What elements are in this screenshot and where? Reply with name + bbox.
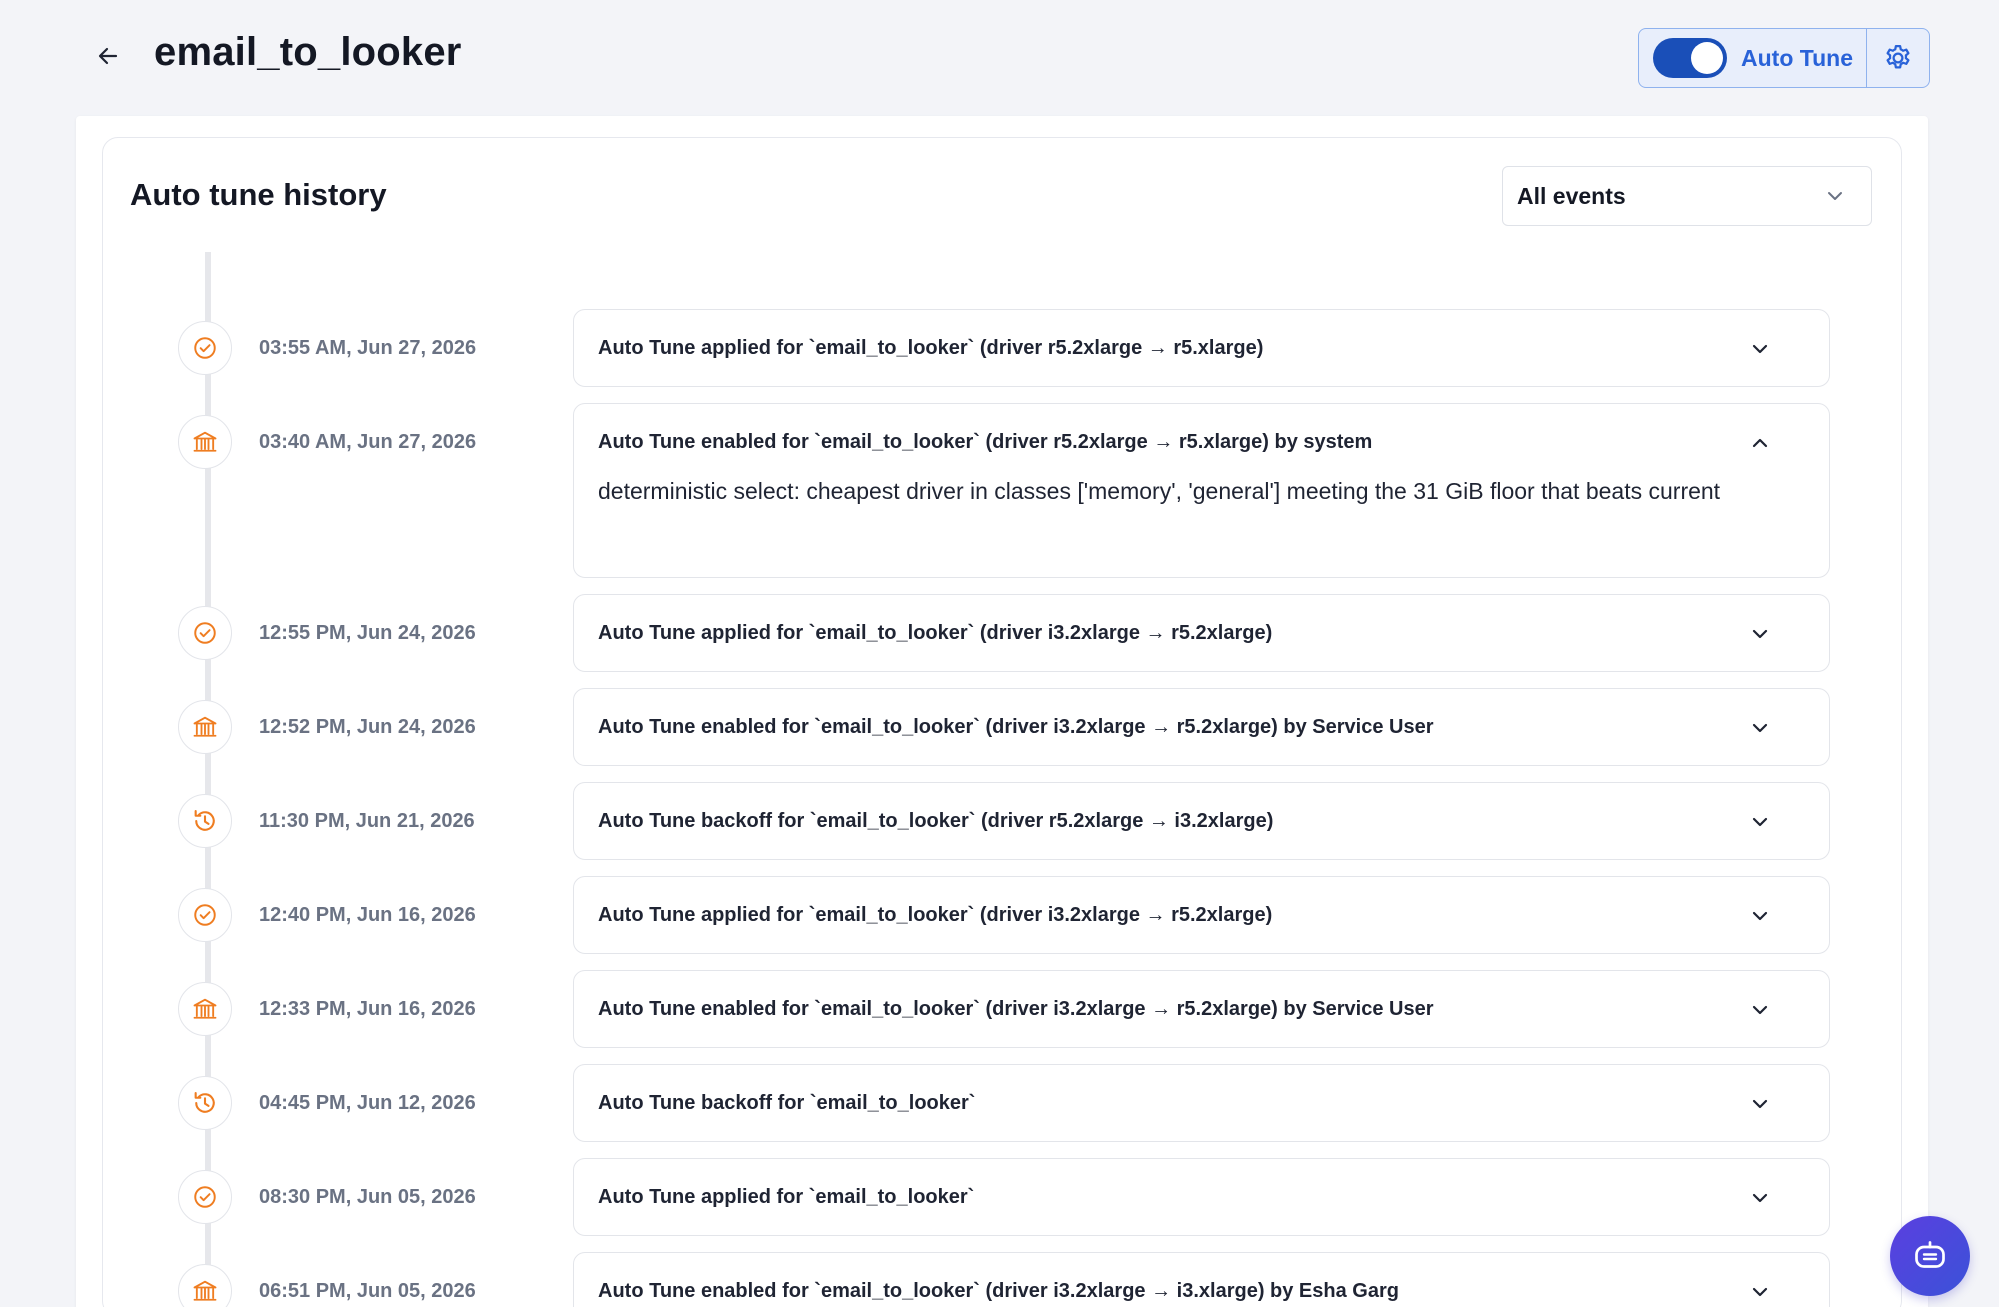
event-timestamp: 06:51 PM, Jun 05, 2026 xyxy=(259,1280,476,1302)
check-circle-icon xyxy=(178,606,232,660)
chevron-down-icon xyxy=(1828,192,1842,200)
bot-icon xyxy=(1915,1241,1945,1268)
check-circle-icon xyxy=(178,888,232,942)
bank-icon xyxy=(178,415,232,469)
bank-icon xyxy=(178,700,232,754)
history-icon xyxy=(178,794,232,848)
event-message: Auto Tune enabled for `email_to_looker` … xyxy=(598,431,1373,453)
event-timestamp: 03:55 AM, Jun 27, 2026 xyxy=(259,337,477,359)
page-title: email_to_looker xyxy=(154,30,462,74)
history-icon xyxy=(178,1076,232,1130)
chevron-down-icon[interactable] xyxy=(1749,1281,1771,1303)
event-timestamp: 12:52 PM, Jun 24, 2026 xyxy=(259,716,476,738)
event-filter-dropdown[interactable]: All events xyxy=(1502,166,1872,226)
check-circle-icon xyxy=(178,321,232,375)
event-card[interactable]: Auto Tune backoff for `email_to_looker` … xyxy=(573,782,1830,860)
chevron-up-icon[interactable] xyxy=(1749,432,1771,454)
settings-button[interactable] xyxy=(1867,29,1929,87)
event-card[interactable]: Auto Tune enabled for `email_to_looker` … xyxy=(573,1252,1830,1307)
event-timestamp: 04:45 PM, Jun 12, 2026 xyxy=(259,1092,476,1114)
event-message: Auto Tune applied for `email_to_looker` … xyxy=(598,622,1273,644)
event-timestamp: 12:40 PM, Jun 16, 2026 xyxy=(259,904,476,926)
event-card[interactable]: Auto Tune enabled for `email_to_looker` … xyxy=(573,970,1830,1048)
toggle-knob xyxy=(1691,42,1723,74)
event-timestamp: 03:40 AM, Jun 27, 2026 xyxy=(259,431,477,453)
event-message: Auto Tune applied for `email_to_looker` … xyxy=(598,337,1264,359)
event-message: Auto Tune applied for `email_to_looker` … xyxy=(598,904,1273,926)
event-card[interactable]: Auto Tune enabled for `email_to_looker` … xyxy=(573,403,1830,578)
chevron-down-icon[interactable] xyxy=(1749,999,1771,1021)
back-button[interactable] xyxy=(92,40,124,72)
event-message: Auto Tune enabled for `email_to_looker` … xyxy=(598,716,1434,738)
auto-tune-control: Auto Tune xyxy=(1638,28,1930,88)
arrow-left-icon xyxy=(98,47,118,65)
event-card[interactable]: Auto Tune backoff for `email_to_looker` xyxy=(573,1064,1830,1142)
toggle-switch[interactable] xyxy=(1653,38,1727,78)
auto-tune-label: Auto Tune xyxy=(1741,44,1853,71)
event-detail: deterministic select: cheapest driver in… xyxy=(598,478,1721,504)
check-circle-icon xyxy=(178,1170,232,1224)
event-card[interactable]: Auto Tune applied for `email_to_looker` … xyxy=(573,594,1830,672)
event-message: Auto Tune applied for `email_to_looker` xyxy=(598,1186,975,1208)
event-card[interactable]: Auto Tune applied for `email_to_looker` … xyxy=(573,309,1830,387)
event-message: Auto Tune backoff for `email_to_looker` … xyxy=(598,810,1274,832)
gear-icon xyxy=(1886,45,1910,69)
chevron-down-icon[interactable] xyxy=(1749,1093,1771,1115)
event-message: Auto Tune enabled for `email_to_looker` … xyxy=(598,998,1434,1020)
event-message: Auto Tune backoff for `email_to_looker` xyxy=(598,1092,976,1114)
chevron-down-icon[interactable] xyxy=(1749,338,1771,360)
event-timestamp: 11:30 PM, Jun 21, 2026 xyxy=(259,810,475,832)
filter-selected-value: All events xyxy=(1517,182,1626,209)
event-message: Auto Tune enabled for `email_to_looker` … xyxy=(598,1280,1399,1302)
event-timestamp: 12:55 PM, Jun 24, 2026 xyxy=(259,622,476,644)
chevron-down-icon[interactable] xyxy=(1749,1187,1771,1209)
section-title: Auto tune history xyxy=(130,177,387,212)
event-card[interactable]: Auto Tune enabled for `email_to_looker` … xyxy=(573,688,1830,766)
event-card[interactable]: Auto Tune applied for `email_to_looker` … xyxy=(573,876,1830,954)
event-card[interactable]: Auto Tune applied for `email_to_looker` xyxy=(573,1158,1830,1236)
event-timestamp: 08:30 PM, Jun 05, 2026 xyxy=(259,1186,476,1208)
chevron-down-icon[interactable] xyxy=(1749,623,1771,645)
chevron-down-icon[interactable] xyxy=(1749,717,1771,739)
page-header: email_to_looker Auto Tune xyxy=(0,0,1999,118)
assistant-button[interactable] xyxy=(1890,1216,1970,1296)
chevron-down-icon[interactable] xyxy=(1749,905,1771,927)
timeline-line xyxy=(205,252,211,1307)
auto-tune-toggle[interactable]: Auto Tune xyxy=(1639,29,1867,87)
event-timestamp: 12:33 PM, Jun 16, 2026 xyxy=(259,998,476,1020)
chevron-down-icon[interactable] xyxy=(1749,811,1771,833)
bank-icon xyxy=(178,982,232,1036)
